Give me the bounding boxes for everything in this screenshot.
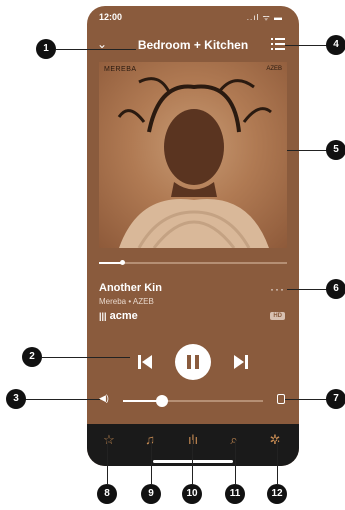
callout-line-1 <box>56 49 136 50</box>
volume-slider[interactable] <box>123 395 263 407</box>
callout-1: 1 <box>36 39 56 59</box>
playback-progress-bar[interactable] <box>99 260 287 265</box>
home-indicator <box>153 460 233 463</box>
callout-11: 11 <box>225 484 245 504</box>
next-track-button[interactable] <box>233 354 249 370</box>
callout-6: 6 <box>326 279 345 299</box>
callout-9: 9 <box>141 484 161 504</box>
callout-line-6 <box>287 289 331 290</box>
track-artist[interactable]: Mereba • AZEB <box>99 297 154 306</box>
header: ⌄ Bedroom + Kitchen <box>87 34 299 58</box>
source-service: ||| acme <box>99 310 138 322</box>
callout-4: 4 <box>326 35 345 55</box>
callout-12: 12 <box>267 484 287 504</box>
callout-5: 5 <box>326 140 345 160</box>
album-art: MEREBA AZEB <box>99 62 287 248</box>
portrait-image <box>117 77 272 248</box>
device-icon[interactable] <box>277 394 285 404</box>
speaker-icon[interactable]: ◀) <box>99 393 109 404</box>
playback-controls <box>87 342 299 382</box>
status-time: 12:00 <box>99 12 123 22</box>
progress-knob[interactable] <box>119 260 125 265</box>
music-icon[interactable]: ♫ <box>140 432 160 448</box>
callout-line-8 <box>107 440 108 484</box>
volume-row: ◀) <box>87 390 299 410</box>
search-icon[interactable]: ⌕ <box>224 432 244 448</box>
callout-2: 2 <box>22 347 42 367</box>
callout-7: 7 <box>326 389 345 409</box>
callout-line-2 <box>42 357 130 358</box>
more-options-button[interactable]: ··· <box>270 282 285 296</box>
callout-10: 10 <box>182 484 202 504</box>
status-icons: ..ıl ᯤ ▬ <box>246 13 283 22</box>
sound-wave-icon: ||| <box>99 311 107 321</box>
pause-button[interactable] <box>175 344 211 380</box>
callout-line-3 <box>24 399 100 400</box>
callout-line-10 <box>192 440 193 484</box>
now-playing-screen: 12:00 ..ıl ᯤ ▬ ⌄ Bedroom + Kitchen MEREB… <box>87 6 299 466</box>
pause-icon-right <box>195 355 199 369</box>
volume-knob[interactable] <box>156 395 169 407</box>
progress-fill <box>99 262 122 264</box>
callout-line-9 <box>151 440 152 484</box>
callout-line-4 <box>285 45 329 46</box>
status-bar: 12:00 ..ıl ᯤ ▬ <box>87 6 299 30</box>
favorites-icon[interactable]: ☆ <box>99 432 119 448</box>
callout-3: 3 <box>6 389 26 409</box>
callout-8: 8 <box>97 484 117 504</box>
previous-track-button[interactable] <box>137 354 153 370</box>
callout-line-7 <box>285 399 329 400</box>
rooms-icon[interactable]: ılı <box>183 432 203 448</box>
queue-icon[interactable] <box>271 38 285 50</box>
pause-icon-left <box>187 355 191 369</box>
track-title: Another Kin <box>99 282 162 294</box>
callout-line-11 <box>235 440 236 484</box>
settings-icon[interactable]: ✲ <box>265 432 285 448</box>
source-name: acme <box>109 310 138 322</box>
quality-badge: HD <box>270 312 285 320</box>
callout-line-12 <box>277 440 278 484</box>
callout-line-5 <box>287 150 331 151</box>
tab-bar: ☆ ♫ ılı ⌕ ✲ <box>87 424 299 466</box>
